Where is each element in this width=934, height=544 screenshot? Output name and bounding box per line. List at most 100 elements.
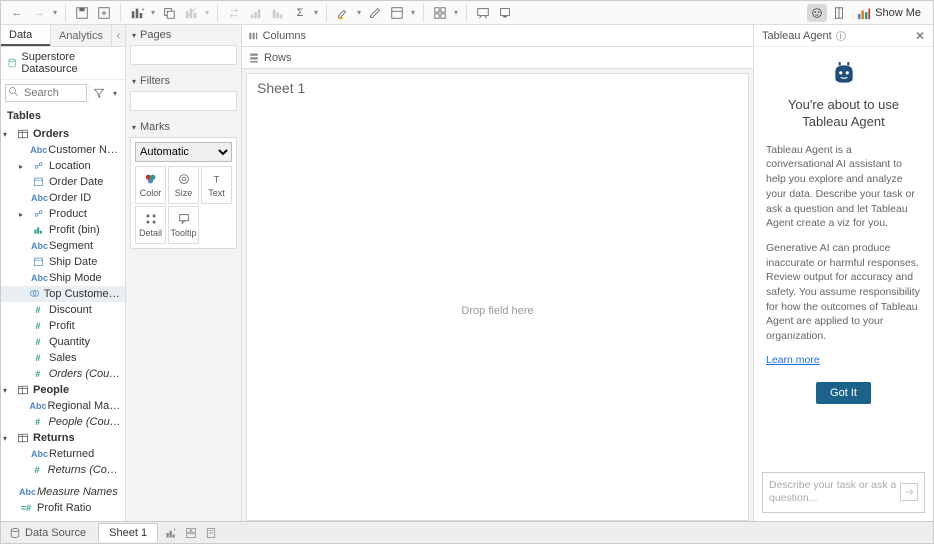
field-item[interactable]: #Profit [1, 318, 125, 334]
device-button[interactable] [495, 4, 515, 22]
new-story-button[interactable] [202, 524, 220, 542]
field-item[interactable]: AbcShip Mode [1, 270, 125, 286]
format-button[interactable] [387, 4, 407, 22]
swap-button[interactable] [224, 4, 244, 22]
pages-toggle-icon[interactable] [132, 29, 136, 41]
canvas-area: Columns Rows Sheet 1 Drop field here [242, 25, 753, 521]
annotate-button[interactable] [365, 4, 385, 22]
forward-button[interactable]: → [29, 4, 49, 22]
duplicate-button[interactable] [159, 4, 179, 22]
tab-analytics[interactable]: Analytics [50, 25, 111, 46]
field-item[interactable]: Ship Date [1, 254, 125, 270]
save-button[interactable] [72, 4, 92, 22]
marks-color-button[interactable]: Color [135, 166, 166, 204]
filters-toggle-icon[interactable] [132, 75, 136, 87]
field-item[interactable]: AbcCustomer Name [1, 142, 125, 158]
marks-size-button[interactable]: Size [168, 166, 199, 204]
marks-tooltip-button[interactable]: Tooltip [168, 206, 199, 244]
marks-text-button[interactable]: TText [201, 166, 232, 204]
sort-desc-button[interactable] [268, 4, 288, 22]
data-source-tab[interactable]: Data Source [1, 527, 94, 539]
table-orders[interactable]: Orders [1, 126, 125, 142]
datasource-name: Superstore Datasource [21, 51, 119, 75]
new-sheet-button[interactable]: + [162, 524, 180, 542]
clear-dd[interactable]: ▾ [203, 4, 211, 22]
revert-button[interactable] [94, 4, 114, 22]
field-item[interactable]: #Discount [1, 302, 125, 318]
field-item[interactable]: AbcSegment [1, 238, 125, 254]
show-me-button[interactable]: Show Me [851, 6, 927, 20]
fit-dd[interactable]: ▾ [452, 4, 460, 22]
tab-data[interactable]: Data [1, 25, 50, 46]
back-button[interactable]: ← [7, 4, 27, 22]
show-me-label: Show Me [875, 7, 921, 19]
shelves-pane: Pages Filters Marks Automatic Color Size… [126, 25, 242, 521]
marks-toggle-icon[interactable] [132, 121, 136, 133]
highlight-button[interactable] [333, 4, 353, 22]
field-item[interactable]: #Quantity [1, 334, 125, 350]
show-me-icon [857, 6, 871, 20]
new-worksheet-button[interactable]: + [127, 4, 147, 22]
info-icon[interactable]: i [836, 31, 846, 41]
field-item[interactable]: Top Customers by P... [1, 286, 125, 302]
table-returns[interactable]: Returns [1, 430, 125, 446]
columns-label: Columns [263, 30, 306, 42]
field-item[interactable]: Order Date [1, 174, 125, 190]
pages-shelf[interactable] [130, 45, 237, 65]
svg-text:+: + [173, 527, 176, 533]
collapse-pane-button[interactable]: ‹ [111, 25, 125, 46]
learn-more-link[interactable]: Learn more [766, 354, 820, 366]
tables-header: Tables [1, 106, 125, 126]
field-item[interactable]: AbcMeasure Names [1, 484, 125, 500]
send-button[interactable] [900, 483, 918, 501]
filter-fields-button[interactable] [89, 84, 107, 102]
view-menu-button[interactable]: ▾ [109, 84, 121, 102]
filters-shelf-label: Filters [140, 75, 170, 87]
svg-text:+: + [141, 6, 144, 13]
field-item[interactable]: #Returns (Count) [1, 462, 125, 478]
field-item[interactable]: Product [1, 206, 125, 222]
datasource-item[interactable]: Superstore Datasource [1, 47, 125, 80]
data-guide-button[interactable] [829, 4, 849, 22]
columns-icon [248, 30, 259, 42]
field-item[interactable]: #Sales [1, 350, 125, 366]
viz-drop-area[interactable]: Drop field here [247, 102, 748, 520]
columns-shelf[interactable] [306, 25, 753, 46]
field-item[interactable]: Location [1, 158, 125, 174]
field-item[interactable]: AbcReturned [1, 446, 125, 462]
field-item[interactable]: AbcOrder ID [1, 190, 125, 206]
rows-shelf[interactable] [306, 47, 753, 68]
sort-asc-button[interactable] [246, 4, 266, 22]
agent-toggle-button[interactable] [807, 4, 827, 22]
totals-dd[interactable]: ▾ [312, 4, 320, 22]
database-icon [7, 57, 17, 69]
new-worksheet-dd[interactable]: ▾ [149, 4, 157, 22]
marks-detail-button[interactable]: Detail [135, 206, 166, 244]
field-item[interactable]: AbcRegional Manager [1, 398, 125, 414]
agent-panel: Tableau Agent i ✕ You're about to use Ta… [753, 25, 933, 521]
sheet-title[interactable]: Sheet 1 [247, 74, 748, 102]
totals-button[interactable]: Σ [290, 4, 310, 22]
history-dropdown[interactable]: ▾ [51, 4, 59, 22]
agent-input-box[interactable]: Describe your task or ask a question... [762, 472, 925, 513]
fit-button[interactable] [430, 4, 450, 22]
field-item[interactable]: #People (Count) [1, 414, 125, 430]
format-dd[interactable]: ▾ [409, 4, 417, 22]
field-item[interactable]: =#Profit Ratio [1, 500, 125, 516]
got-it-button[interactable]: Got It [816, 382, 871, 404]
mark-type-select[interactable]: Automatic [135, 142, 232, 162]
field-item[interactable]: Profit (bin) [1, 222, 125, 238]
sheet-tab-1[interactable]: Sheet 1 [98, 523, 158, 542]
agent-input-placeholder: Describe your task or ask a question... [769, 479, 900, 506]
clear-button[interactable] [181, 4, 201, 22]
agent-paragraph-1: Tableau Agent is a conversational AI ass… [766, 143, 921, 231]
field-item[interactable]: #Orders (Count) [1, 366, 125, 382]
parameters-header: Parameters [1, 516, 125, 521]
close-agent-button[interactable]: ✕ [915, 29, 925, 43]
highlight-dd[interactable]: ▾ [355, 4, 363, 22]
filters-shelf[interactable] [130, 91, 237, 111]
presentation-button[interactable] [473, 4, 493, 22]
table-people[interactable]: People [1, 382, 125, 398]
agent-robot-icon [831, 61, 857, 87]
new-dashboard-button[interactable] [182, 524, 200, 542]
